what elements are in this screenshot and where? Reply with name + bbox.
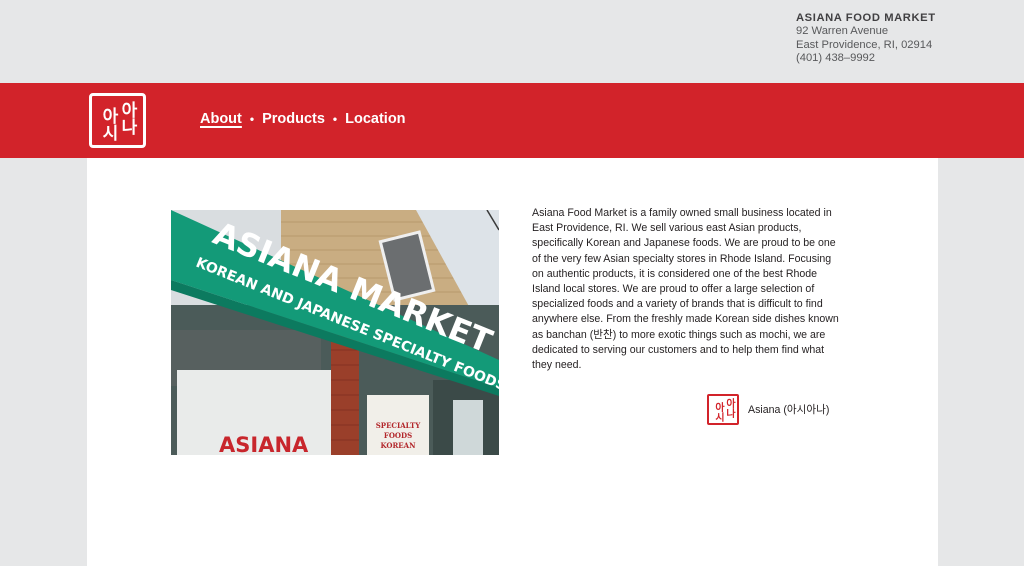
asiana-logo[interactable]: 아시 아나 [89, 93, 146, 148]
poster-line-3: KOREAN [381, 441, 417, 450]
main-nav: About • Products • Location [200, 111, 406, 127]
nav-about-link[interactable]: About [200, 111, 242, 127]
storefront-photo: ASIANA MARKET KOREAN AND JAPANESE SPECIA… [171, 210, 499, 455]
asiana-logo-small: 아시 아나 [707, 394, 739, 425]
signature: 아시 아나 Asiana (아시아나) [707, 394, 829, 425]
poster-line-1: SPECIALTY [376, 421, 421, 430]
window-sign: ASIANA [219, 433, 309, 455]
nav-separator: • [332, 112, 338, 126]
main-content: ASIANA MARKET KOREAN AND JAPANESE SPECIA… [87, 158, 938, 566]
sig-glyph-right: 아나 [723, 397, 735, 418]
address-street: 92 Warren Avenue [796, 25, 889, 38]
about-paragraph: Asiana Food Market is a family owned sma… [532, 207, 839, 372]
store-address: ASIANA FOOD MARKET 92 Warren Avenue East… [796, 12, 936, 66]
top-bar: ASIANA FOOD MARKET 92 Warren Avenue East… [0, 0, 1024, 83]
logo-glyph-left: 아시 [98, 106, 118, 141]
nav-products-link[interactable]: Products [262, 111, 325, 127]
store-phone[interactable]: (401) 438–9992 [796, 52, 936, 65]
logo-glyph-right: 아나 [117, 100, 137, 135]
store-name: ASIANA FOOD MARKET [796, 12, 936, 24]
sig-glyph-left: 아시 [712, 401, 724, 422]
nav-separator: • [249, 112, 255, 126]
address-city: East Providence, RI, 02914 [796, 38, 933, 51]
nav-bar: 아시 아나 About • Products • Location [0, 83, 1024, 158]
nav-location-link[interactable]: Location [345, 111, 405, 127]
signature-name: Asiana (아시아나) [748, 404, 830, 416]
poster-line-2: FOODS [384, 431, 412, 440]
